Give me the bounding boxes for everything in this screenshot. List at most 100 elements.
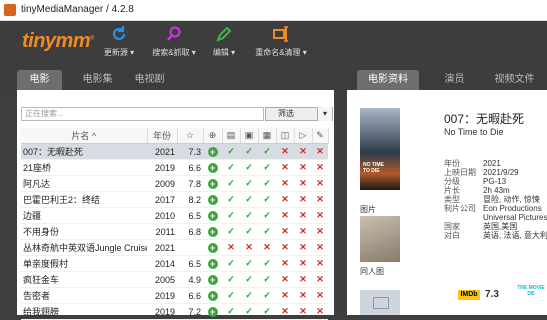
edit-button[interactable]: 编辑 ▾ xyxy=(206,25,242,65)
details-row: 年份 2021 xyxy=(444,159,547,168)
tab-tv-shows[interactable]: 电视剧 xyxy=(127,70,172,90)
check-icon: ✓ xyxy=(227,210,235,220)
tab-movie-sets[interactable]: 电影集 xyxy=(75,70,120,90)
add-icon[interactable]: ⊕ xyxy=(203,128,223,144)
movie-year-cell: 2009 xyxy=(147,175,177,192)
movie-title-cell: 边疆 xyxy=(21,207,147,224)
tab-movie-details[interactable]: 电影资料 xyxy=(357,70,419,90)
cross-icon: ✕ xyxy=(316,146,324,156)
fanart-image[interactable] xyxy=(360,216,400,262)
cross-icon: ✕ xyxy=(281,242,289,252)
table-row[interactable]: 不用身份 2011 6.8 + ✓ ✓ ✓ ✕ ✕ ✕ xyxy=(21,223,328,240)
poster-image[interactable]: NO TIME TO DIE xyxy=(360,108,400,190)
window-title: tinyMediaManager / 4.2.8 xyxy=(21,4,134,15)
movie-year-cell: 2017 xyxy=(147,191,177,208)
check-icon: ✓ xyxy=(245,194,253,204)
movie-rating-cell: 6.8 xyxy=(177,223,203,240)
filter-label: 筛选 xyxy=(278,109,294,118)
add-icon[interactable]: + xyxy=(207,162,218,173)
search-icon xyxy=(167,26,181,41)
rename-clean-button[interactable]: 重命名&清理 ▾ xyxy=(250,25,312,65)
check-icon: ✓ xyxy=(227,274,235,284)
movie-rating-cell: 6.5 xyxy=(177,255,203,272)
table-row[interactable]: 阿凡达 2009 7.8 + ✓ ✓ ✓ ✕ ✕ ✕ xyxy=(21,175,328,192)
table-row[interactable]: 007：无暇赴死 2021 7.3 + ✓ ✓ ✓ ✕ ✕ ✕ xyxy=(21,143,328,160)
details-value: Eon Productions xyxy=(483,204,542,213)
search-scrape-button[interactable]: 搜索&抓取 ▾ xyxy=(146,25,202,65)
details-key: 片长 xyxy=(444,186,460,195)
add-icon[interactable]: + xyxy=(207,242,218,253)
star-icon[interactable]: ☆ xyxy=(177,128,204,144)
table-row[interactable]: 给我翅膀 2019 7.2 + ✓ ✓ ✓ ✕ ✕ ✕ xyxy=(21,303,328,320)
add-icon[interactable]: + xyxy=(207,178,218,189)
column-header-year[interactable]: 年份 xyxy=(147,128,178,144)
movie-rating-cell: 6.6 xyxy=(177,159,203,176)
check-icon: ✓ xyxy=(245,146,253,156)
movie-title-cell: 21座桥 xyxy=(21,159,147,176)
add-icon[interactable]: + xyxy=(207,210,218,221)
movie-rating-cell xyxy=(177,239,203,256)
cross-icon: ✕ xyxy=(299,290,307,300)
details-value: 2021/9/29 xyxy=(483,168,519,177)
search-input[interactable]: 正在搜索... xyxy=(21,107,264,121)
details-value: 英国,美国 xyxy=(483,222,518,231)
cross-icon: ✕ xyxy=(281,210,289,220)
movie-year-cell: 2021 xyxy=(147,143,177,160)
play-icon[interactable]: ▷ xyxy=(294,128,313,144)
movie-year-cell: 2005 xyxy=(147,271,177,288)
pencil-icon xyxy=(216,26,232,42)
table-header: 片名 ^ 年份 ☆ ⊕ ▤ ▣ ▦ ◫ ▷ ✎ xyxy=(21,128,329,144)
cross-icon: ✕ xyxy=(299,226,307,236)
image-icon[interactable]: ▣ xyxy=(240,128,259,144)
tab-media-files[interactable]: 视频文件 xyxy=(487,70,542,90)
table-row[interactable]: 丛林奇航中英双语Jungle Cruise 2021 + ✕ ✕ ✕ ✕ ✕ ✕ xyxy=(21,239,328,256)
subtitle-icon[interactable]: ◫ xyxy=(276,128,295,144)
image-placeholder[interactable] xyxy=(360,290,400,315)
check-icon: ✓ xyxy=(263,258,271,268)
movie-title: 007：无暇赴死 xyxy=(444,112,525,126)
add-icon[interactable]: + xyxy=(207,194,218,205)
update-source-button[interactable]: 更新源 ▾ xyxy=(99,25,139,65)
table-row[interactable]: 单亲度假村 2014 6.5 + ✓ ✓ ✓ ✕ ✕ ✕ xyxy=(21,255,328,272)
add-icon[interactable]: + xyxy=(207,226,218,237)
add-icon[interactable]: + xyxy=(207,258,218,269)
tmdb-logo: THE MOVIE DB xyxy=(517,285,545,297)
details-value: 英语, 法语, 意大利 xyxy=(483,231,547,240)
details-key: 制片公司 xyxy=(444,204,476,213)
add-icon[interactable]: + xyxy=(207,290,218,301)
details-row: 片长 2h 43m xyxy=(444,186,547,195)
movie-title-cell: 疯狂金车 xyxy=(21,271,147,288)
details-row: 类型 冒险, 动作, 惊悚 xyxy=(444,195,547,204)
tab-movies[interactable]: 电影 xyxy=(17,70,62,90)
add-icon[interactable]: + xyxy=(207,146,218,157)
details-value: 冒险, 动作, 惊悚 xyxy=(483,195,540,204)
tab-cast[interactable]: 演员 xyxy=(432,70,477,90)
check-icon: ✓ xyxy=(263,210,271,220)
document-icon[interactable]: ▤ xyxy=(222,128,241,144)
panel-divider[interactable] xyxy=(340,66,347,315)
wrench-icon[interactable]: ✎ xyxy=(312,128,329,144)
movie-year-cell: 2014 xyxy=(147,255,177,272)
table-row[interactable]: 21座桥 2019 6.6 + ✓ ✓ ✓ ✕ ✕ ✕ xyxy=(21,159,328,176)
check-icon: ✓ xyxy=(245,258,253,268)
table-row[interactable]: 边疆 2010 6.5 + ✓ ✓ ✓ ✕ ✕ ✕ xyxy=(21,207,328,224)
cross-icon: ✕ xyxy=(281,258,289,268)
table-row[interactable]: 告密者 2019 6.6 + ✓ ✓ ✓ ✕ ✕ ✕ xyxy=(21,287,328,304)
image-icon xyxy=(373,297,389,309)
title-bar: tinyMediaManager / 4.2.8 xyxy=(0,0,547,21)
cross-icon: ✕ xyxy=(281,274,289,284)
column-header-title[interactable]: 片名 ^ xyxy=(21,128,148,144)
chevron-down-icon[interactable]: ▾ xyxy=(317,107,332,121)
details-key: 类型 xyxy=(444,195,460,204)
add-icon[interactable]: + xyxy=(207,306,218,317)
table-row[interactable]: 疯狂金车 2005 4.9 + ✓ ✓ ✓ ✕ ✕ ✕ xyxy=(21,271,328,288)
add-icon[interactable]: + xyxy=(207,274,218,285)
movie-rating-cell: 6.6 xyxy=(177,287,203,304)
details-value: PG-13 xyxy=(483,177,507,186)
cross-icon: ✕ xyxy=(299,258,307,268)
filter-button[interactable]: 筛选 ▾ xyxy=(265,107,333,121)
film-icon[interactable]: ▦ xyxy=(258,128,277,144)
table-row[interactable]: 巴霍巴利王2：终结 2017 8.2 + ✓ ✓ ✓ ✕ ✕ ✕ xyxy=(21,191,328,208)
movie-title-cell: 巴霍巴利王2：终结 xyxy=(21,191,147,208)
details-value: Universal Pictures xyxy=(483,213,547,222)
